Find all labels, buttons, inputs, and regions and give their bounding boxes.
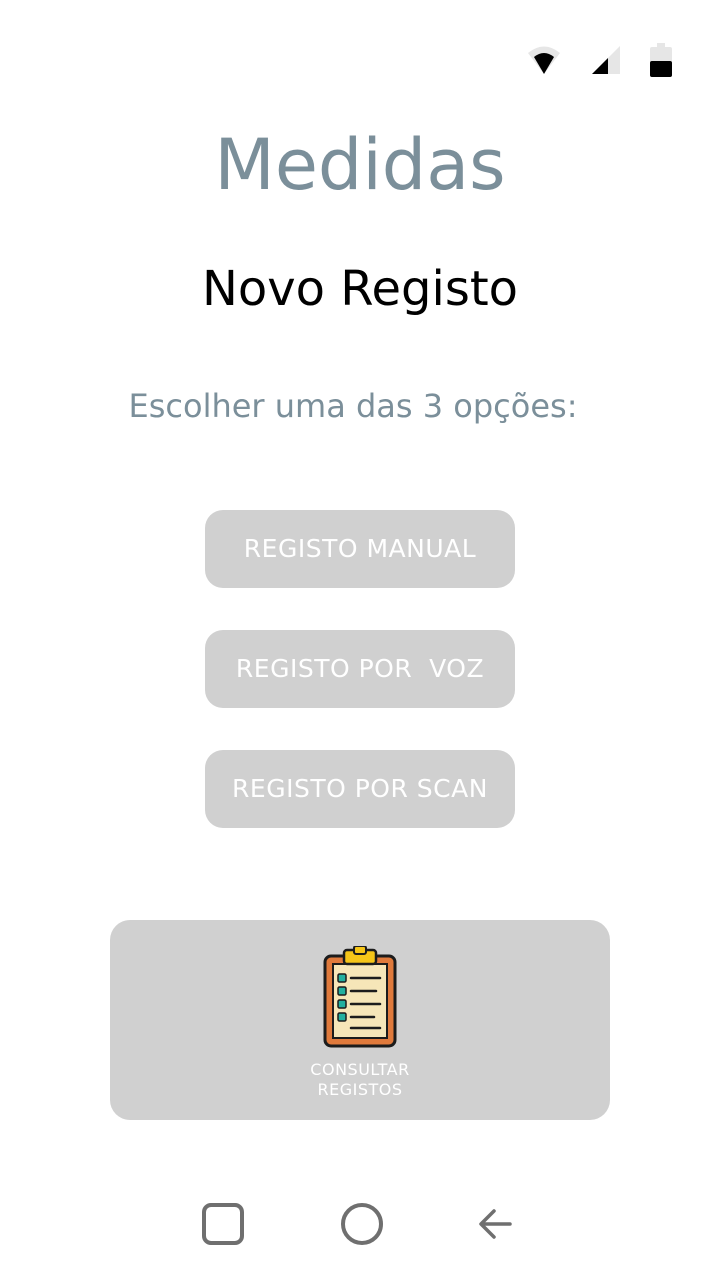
home-icon[interactable] [332, 1194, 392, 1254]
registo-voz-button[interactable]: REGISTO POR VOZ [205, 630, 515, 708]
consultar-label-line2: REGISTOS [317, 1080, 403, 1099]
navigation-bar [0, 1194, 720, 1254]
screen: Medidas Novo Registo Escolher uma das 3 … [0, 0, 720, 1280]
consultar-registos-button[interactable]: CONSULTAR REGISTOS [110, 920, 610, 1120]
battery-icon [650, 43, 672, 77]
registo-scan-button[interactable]: REGISTO POR SCAN [205, 750, 515, 828]
page-title: Novo Registo [201, 261, 519, 317]
consultar-label-line1: CONSULTAR [310, 1060, 410, 1079]
clipboard-icon [322, 945, 398, 1050]
app-title: Medidas [214, 124, 506, 206]
registo-manual-button[interactable]: REGISTO MANUAL [205, 510, 515, 588]
signal-icon [590, 44, 622, 76]
consultar-registos-label: CONSULTAR REGISTOS [110, 1060, 610, 1100]
instructions-text: Escolher uma das 3 opções: [128, 387, 578, 425]
back-icon[interactable] [466, 1194, 526, 1254]
recents-icon[interactable] [193, 1194, 253, 1254]
status-bar [526, 40, 672, 80]
wifi-icon [526, 44, 562, 76]
